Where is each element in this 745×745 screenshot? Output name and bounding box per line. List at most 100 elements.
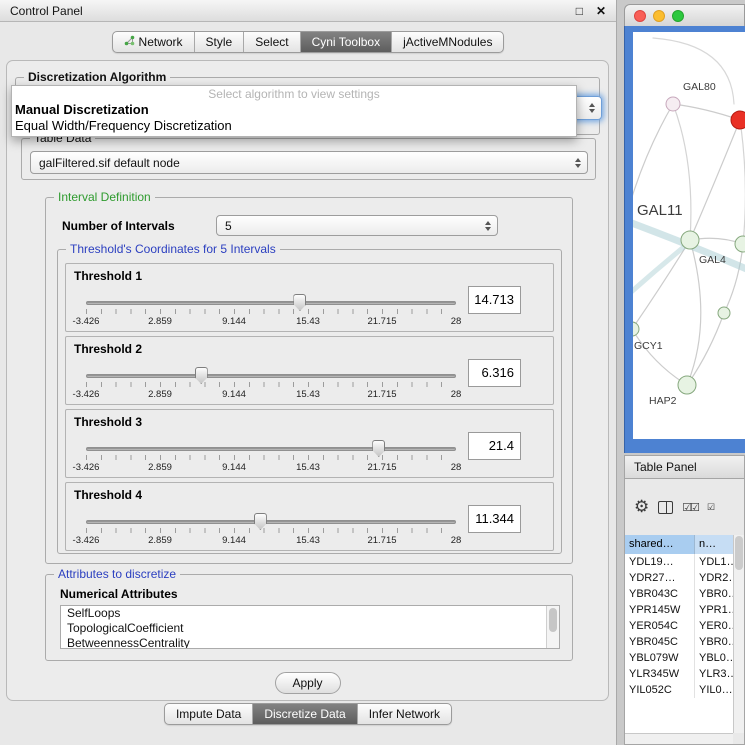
node-attribute-table: shared…n… YDL19…YDL1…YDR27…YDR2…YBR043CY… (625, 535, 733, 733)
threshold-slider[interactable]: -3.4262.8599.14415.4321.71528 (86, 292, 456, 330)
table-row[interactable]: YIL052CYIL0… (625, 682, 733, 698)
combo-arrows-icon (575, 158, 581, 168)
table-row[interactable]: YDL19…YDL1… (625, 554, 733, 570)
tab-jactivemnodules[interactable]: jActiveMNodules (391, 32, 503, 52)
node-label: GAL4 (699, 254, 726, 266)
bottom-tab-bar: Impute Data Discretize Data Infer Network (0, 703, 616, 725)
network-edge[interactable] (633, 242, 690, 294)
network-node[interactable] (718, 307, 730, 319)
slider-track (86, 301, 456, 305)
tab-label: Select (255, 35, 288, 49)
node-label: GCY1 (634, 340, 663, 352)
network-node-gcy1[interactable] (633, 322, 639, 336)
network-edge[interactable] (740, 120, 745, 244)
bottom-tab-infer-network[interactable]: Infer Network (357, 704, 451, 724)
network-node-gal80[interactable] (666, 97, 680, 111)
table-row[interactable]: YBR043CYBR0… (625, 586, 733, 602)
network-edge[interactable] (724, 244, 743, 313)
cell-name: YPR1… (695, 602, 733, 618)
close-icon[interactable]: ✕ (596, 4, 606, 18)
threshold-value-field[interactable]: 11.344 (468, 505, 521, 533)
threshold-value-field[interactable]: 14.713 (468, 286, 521, 314)
network-edge[interactable] (690, 120, 740, 240)
float-window-icon[interactable]: □ (576, 4, 583, 18)
tick-label: 28 (451, 389, 462, 400)
checkbox-icon[interactable]: ☑ (707, 502, 713, 513)
column-header-1[interactable]: shared… (625, 535, 695, 554)
scrollbar-thumb[interactable] (549, 608, 557, 632)
network-edge[interactable] (687, 313, 724, 385)
network-canvas[interactable]: GAL80GAL4GCY1HAP2GAL11 (633, 32, 745, 439)
horizontal-scrollbar[interactable] (625, 733, 733, 744)
threshold-slider[interactable]: -3.4262.8599.14415.4321.71528 (86, 365, 456, 403)
table-header-row: shared…n… (625, 535, 733, 554)
tab-label: Cyni Toolbox (312, 35, 380, 49)
attribute-list-item[interactable]: BetweennessCentrality (61, 636, 559, 649)
attribute-list-item[interactable]: TopologicalCoefficient (61, 621, 559, 636)
vertical-scrollbar[interactable] (733, 535, 744, 733)
interval-definition-group: Interval Definition Number of Intervals … (45, 197, 573, 564)
number-of-intervals-combo[interactable]: 5 (216, 215, 498, 236)
network-node[interactable] (731, 111, 745, 129)
network-edge[interactable] (633, 104, 673, 207)
tab-select[interactable]: Select (243, 32, 299, 52)
zoom-traffic-light-icon[interactable] (672, 10, 684, 22)
threshold-row-2: Threshold 2-3.4262.8599.14415.4321.71528… (65, 336, 554, 405)
table-row[interactable]: YBL079WYBL0… (625, 650, 733, 666)
attribute-list-item[interactable]: SelfLoops (61, 606, 559, 621)
table-data-group: Table Data galFiltered.sif default node (21, 138, 596, 180)
table-row[interactable]: YBR045CYBR0… (625, 634, 733, 650)
dropdown-option[interactable]: Equal Width/Frequency Discretization (12, 118, 576, 134)
algorithm-group-title: Discretization Algorithm (24, 70, 170, 84)
network-node[interactable] (735, 236, 745, 252)
tab-network[interactable]: Network (113, 32, 194, 52)
table-row[interactable]: YPR145WYPR1… (625, 602, 733, 618)
tick-label: 21.715 (367, 535, 396, 546)
close-traffic-light-icon[interactable] (634, 10, 646, 22)
threshold-coordinates-title: Threshold's Coordinates for 5 Intervals (66, 242, 280, 256)
numerical-attributes-list[interactable]: SelfLoopsTopologicalCoefficientBetweenne… (60, 605, 560, 649)
network-node-gal4[interactable] (681, 231, 699, 249)
column-header-2[interactable]: n… (695, 535, 733, 554)
bottom-tab-discretize-data[interactable]: Discretize Data (252, 704, 356, 724)
screenshot-root: Control Panel □ ✕ NetworkStyleSelectCyni… (0, 0, 745, 745)
network-edge[interactable] (673, 104, 691, 240)
network-edge[interactable] (673, 104, 740, 120)
dropdown-option[interactable]: Manual Discretization (12, 102, 576, 118)
select-columns-checkboxes-icon[interactable]: ☑☑ (682, 501, 698, 514)
slider-track (86, 520, 456, 524)
gear-icon[interactable]: ⚙ (634, 497, 649, 517)
table-data-combo[interactable]: galFiltered.sif default node (30, 151, 588, 174)
cell-shared-name: YBR043C (625, 586, 695, 602)
bottom-tab-impute-data[interactable]: Impute Data (165, 704, 252, 724)
network-edge[interactable] (633, 329, 687, 385)
threshold-slider[interactable]: -3.4262.8599.14415.4321.71528 (86, 511, 456, 549)
threshold-value-field[interactable]: 21.4 (468, 432, 521, 460)
apply-button[interactable]: Apply (275, 672, 341, 694)
minimize-traffic-light-icon[interactable] (653, 10, 665, 22)
table-columns-icon[interactable] (658, 501, 673, 514)
scrollbar-thumb[interactable] (735, 536, 743, 570)
discretize-main-panel: Discretization Algorithm Select algorith… (6, 60, 609, 701)
network-node-hap2[interactable] (678, 376, 696, 394)
cell-shared-name: YDL19… (625, 554, 695, 570)
network-window: GAL80GAL4GCY1HAP2GAL11 (624, 4, 745, 453)
table-row[interactable]: YLR345WYLR3… (625, 666, 733, 682)
tab-cyni-toolbox[interactable]: Cyni Toolbox (300, 32, 391, 52)
network-edge[interactable] (653, 38, 734, 104)
list-scrollbar[interactable] (546, 606, 559, 648)
network-titlebar[interactable] (624, 4, 745, 26)
threshold-slider[interactable]: -3.4262.8599.14415.4321.71528 (86, 438, 456, 476)
cell-name: YBR0… (695, 634, 733, 650)
table-row[interactable]: YER054CYER0… (625, 618, 733, 634)
tab-label: Infer Network (369, 707, 440, 721)
threshold-value-field[interactable]: 6.316 (468, 359, 521, 387)
network-frame: GAL80GAL4GCY1HAP2GAL11 (624, 26, 745, 453)
attribute-items: SelfLoopsTopologicalCoefficientBetweenne… (61, 606, 559, 649)
cell-name: YBR0… (695, 586, 733, 602)
tab-style[interactable]: Style (194, 32, 244, 52)
tick-label: -3.426 (73, 462, 100, 473)
tab-label: Discretize Data (264, 707, 345, 721)
table-row[interactable]: YDR27…YDR2… (625, 570, 733, 586)
tick-label: 28 (451, 535, 462, 546)
